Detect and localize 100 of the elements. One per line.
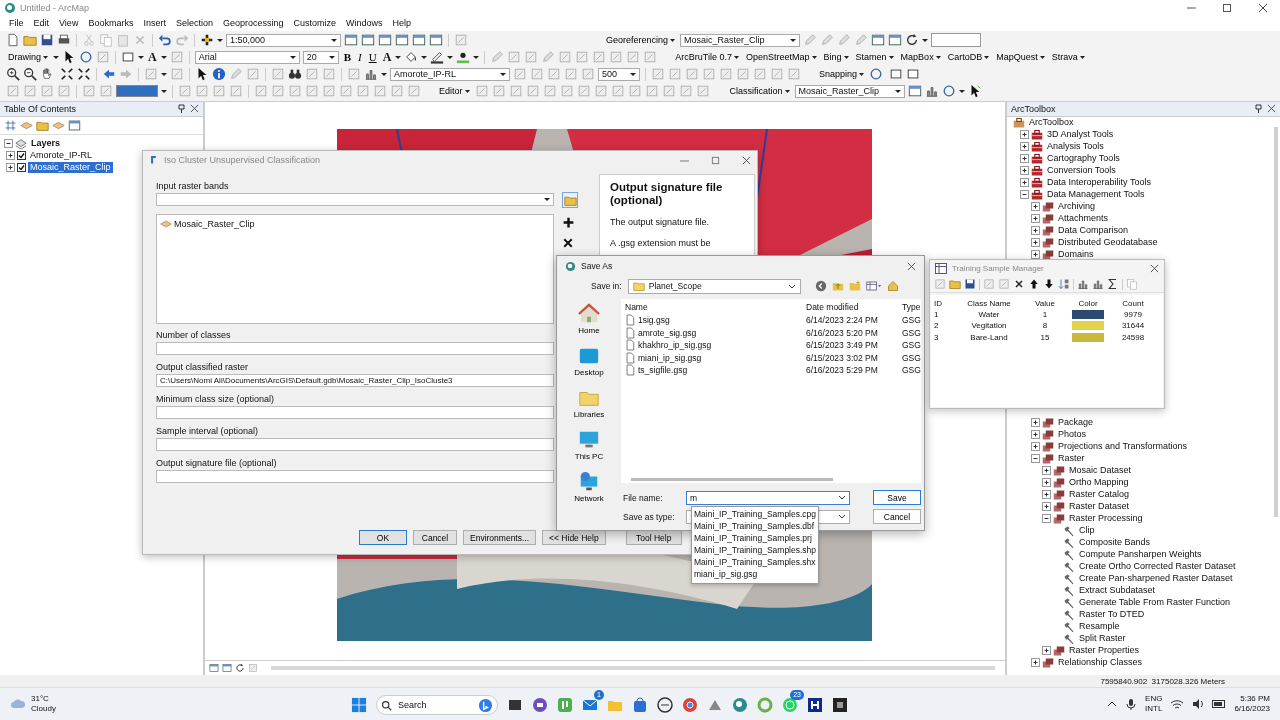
close-icon[interactable] [1258, 2, 1268, 13]
sort-icon[interactable] [1058, 278, 1070, 290]
clipboard-icon[interactable] [116, 33, 130, 48]
circle-icon[interactable] [79, 50, 93, 65]
color-swatch[interactable] [1072, 321, 1104, 331]
toolbar-menu[interactable]: OpenStreetMap [744, 52, 819, 63]
video-call-icon[interactable] [532, 697, 548, 714]
caret-icon[interactable] [922, 38, 929, 42]
chevron-up-icon[interactable] [1107, 700, 1118, 709]
expand-icon[interactable] [1042, 466, 1051, 476]
tree-item[interactable]: Extract Subdataset [1077, 585, 1158, 597]
menu-item[interactable]: Insert [138, 18, 171, 29]
refresh-icon[interactable] [905, 33, 920, 48]
back-icon[interactable] [814, 280, 827, 292]
window-icon[interactable] [871, 33, 886, 48]
hand-icon[interactable] [40, 67, 54, 82]
circle-icon[interactable] [869, 67, 884, 82]
expand-icon[interactable] [1031, 202, 1040, 212]
delete-icon[interactable] [1013, 278, 1025, 290]
wifi-icon[interactable] [1170, 698, 1185, 711]
windows-logo-icon[interactable] [351, 697, 367, 714]
toolbar-menu[interactable]: Snapping [817, 69, 867, 80]
suggestion-item[interactable]: Maini_IP_Training_Samples.dbf [692, 520, 818, 532]
environments-button[interactable]: Environments... [463, 530, 537, 545]
window-icon[interactable] [907, 84, 922, 99]
menu-item[interactable]: File [4, 18, 29, 29]
text-tool-button[interactable]: A [147, 49, 158, 65]
toolbar-menu[interactable]: Classification [727, 86, 792, 97]
toolbar-menu[interactable]: Strava [1049, 52, 1087, 63]
column-header[interactable]: Date modified [806, 301, 902, 312]
tree-item[interactable]: Photos [1056, 429, 1089, 441]
window-icon[interactable] [378, 33, 392, 48]
expand-icon[interactable] [6, 151, 15, 161]
bold-button[interactable]: B [341, 51, 354, 64]
rectangle-icon[interactable] [889, 67, 904, 82]
zoom-in-icon[interactable] [6, 67, 20, 82]
expand-icon[interactable] [6, 163, 15, 173]
floppy-icon[interactable] [40, 33, 54, 48]
speaker-icon[interactable] [1192, 698, 1205, 711]
rectangle-icon[interactable] [121, 50, 135, 65]
tree-item[interactable]: Package [1056, 417, 1096, 429]
tree-item[interactable]: Clip [1077, 525, 1097, 537]
window-icon[interactable] [209, 663, 219, 674]
add-data-icon[interactable] [200, 33, 214, 48]
band-list[interactable]: Mosaic_Raster_Clip [156, 214, 554, 324]
caret-icon[interactable] [381, 72, 387, 76]
column-header[interactable]: Color [1065, 297, 1111, 310]
caret-icon[interactable] [894, 89, 901, 93]
browser-icon[interactable] [682, 697, 698, 714]
caret-icon[interactable] [161, 89, 167, 93]
input-field[interactable] [156, 342, 554, 355]
tree-item[interactable]: Compute Pansharpen Weights [1077, 549, 1204, 561]
column-header[interactable]: Type [902, 301, 921, 312]
tree-item[interactable]: Archiving [1056, 201, 1097, 213]
four-arrows-icon[interactable] [77, 67, 91, 82]
expand-icon[interactable] [1020, 166, 1029, 176]
caret-icon[interactable] [331, 38, 337, 42]
scrollbar[interactable] [631, 478, 833, 481]
tree-item[interactable]: Analysis Tools [1045, 141, 1106, 153]
caret-icon[interactable] [447, 55, 454, 59]
bar-chart-icon[interactable] [364, 67, 378, 82]
tree-item[interactable]: Create Ortho Corrected Raster Dataset [1077, 561, 1238, 573]
ok-button[interactable]: OK [359, 530, 407, 545]
caret-icon[interactable] [161, 72, 167, 76]
tree-item[interactable]: Data Management Tools [1045, 189, 1147, 201]
search-field[interactable]: Search [376, 695, 498, 716]
combo-box[interactable]: 20 [302, 50, 339, 64]
combo-box[interactable]: Arial [194, 50, 300, 64]
home-icon[interactable] [886, 280, 899, 292]
toolbar-menu[interactable]: ArcBruTile 0.7 [673, 52, 741, 63]
four-arrows-icon[interactable] [60, 67, 74, 82]
collapse-icon[interactable] [1020, 190, 1029, 200]
text-field[interactable] [931, 33, 982, 48]
color-swatch[interactable] [1072, 332, 1104, 342]
place-button[interactable]: This PC [574, 429, 604, 461]
file-name[interactable]: 1sig.gsg [638, 315, 670, 326]
tree-item[interactable]: Raster [1056, 453, 1087, 465]
expand-icon[interactable] [1031, 658, 1040, 668]
tree-item[interactable]: Conversion Tools [1045, 165, 1118, 177]
window-icon[interactable] [68, 118, 81, 132]
underline-button[interactable]: U [366, 51, 379, 64]
arrow-up-icon[interactable] [1028, 278, 1040, 290]
save-button[interactable]: Save [873, 490, 921, 505]
expand-icon[interactable] [1031, 226, 1040, 236]
color-swatch[interactable] [116, 85, 158, 98]
tree-item[interactable]: Distributed Geodatabase [1056, 237, 1160, 249]
tree-item[interactable]: 3D Analyst Tools [1045, 129, 1116, 141]
input-field[interactable]: C:\Users\Nomi Ali\Documents\ArcGIS\Default.gdb\Mosaic_Raster_Clip_IsoCluste3 [156, 374, 554, 387]
keyboard-layout[interactable]: INTL [1145, 704, 1163, 715]
tree-item[interactable]: Raster Properties [1067, 645, 1142, 657]
close-icon[interactable] [742, 155, 751, 165]
italic-button[interactable]: I [356, 51, 364, 64]
layer-item[interactable]: Mosaic_Raster_Clip [28, 162, 113, 174]
tree-item[interactable]: Composite Bands [1077, 537, 1153, 549]
combo-box[interactable]: Mosaic_Raster_Clip [680, 33, 801, 47]
caret-icon[interactable] [138, 55, 144, 59]
file-name-field[interactable]: m [686, 490, 850, 505]
expand-icon[interactable] [1042, 646, 1051, 656]
rectangle-icon[interactable] [906, 67, 921, 82]
toolbar-menu[interactable]: Drawing [6, 52, 50, 63]
